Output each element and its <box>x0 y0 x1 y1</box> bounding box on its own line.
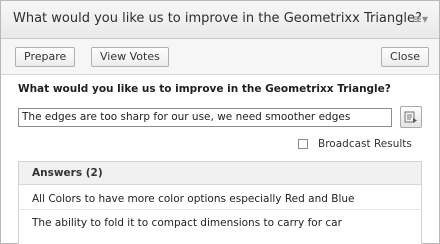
toolbar: Prepare View Votes Close <box>1 39 439 75</box>
broadcast-label: Broadcast Results <box>318 138 412 150</box>
answers-panel: Answers (2) All Colors to have more colo… <box>18 161 422 244</box>
view-votes-button[interactable]: View Votes <box>91 47 169 67</box>
prepare-button[interactable]: Prepare <box>15 47 76 67</box>
close-button[interactable]: Close <box>381 47 429 67</box>
answer-input[interactable]: The edges are too sharp for our use, we … <box>18 108 392 127</box>
window-title: What would you like us to improve in the… <box>13 11 422 26</box>
answer-item[interactable]: The ability to fold it to compact dimens… <box>19 212 421 234</box>
answer-item[interactable]: All Colors to have more color options es… <box>19 188 421 210</box>
send-button[interactable] <box>400 106 422 128</box>
qa-pod-window: What would you like us to improve in the… <box>0 0 440 244</box>
title-bar: What would you like us to improve in the… <box>1 1 439 39</box>
menu-icon[interactable]: ≡▾ <box>411 12 429 26</box>
broadcast-checkbox[interactable] <box>298 139 308 149</box>
send-icon <box>404 111 417 123</box>
answers-count: Answers (2) <box>32 167 103 179</box>
question-text: What would you like us to improve in the… <box>18 83 391 95</box>
answers-header: Answers (2) <box>19 162 421 185</box>
